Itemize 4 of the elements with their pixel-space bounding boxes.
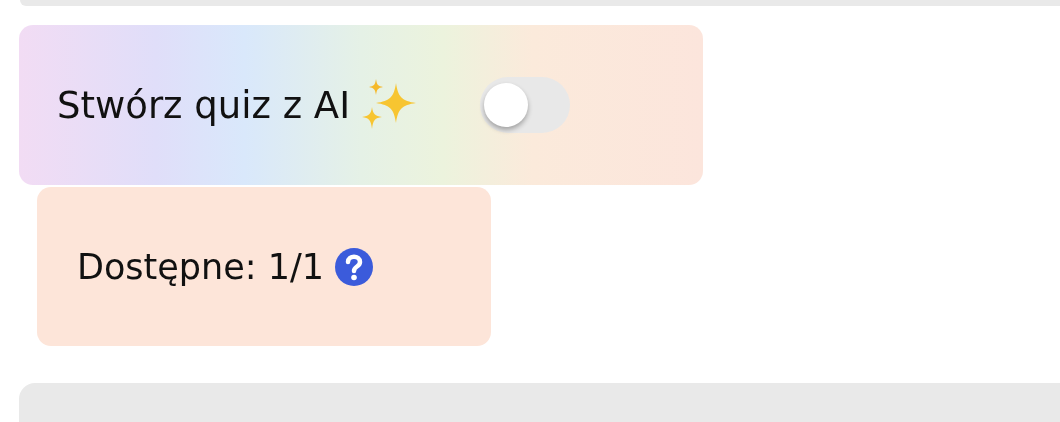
help-icon[interactable] xyxy=(334,246,375,287)
availability-label: Dostępne: 1/1 xyxy=(77,246,325,287)
toggle-switch[interactable] xyxy=(480,77,571,133)
ai-quiz-label: Stwórz quiz z AI xyxy=(57,83,351,127)
